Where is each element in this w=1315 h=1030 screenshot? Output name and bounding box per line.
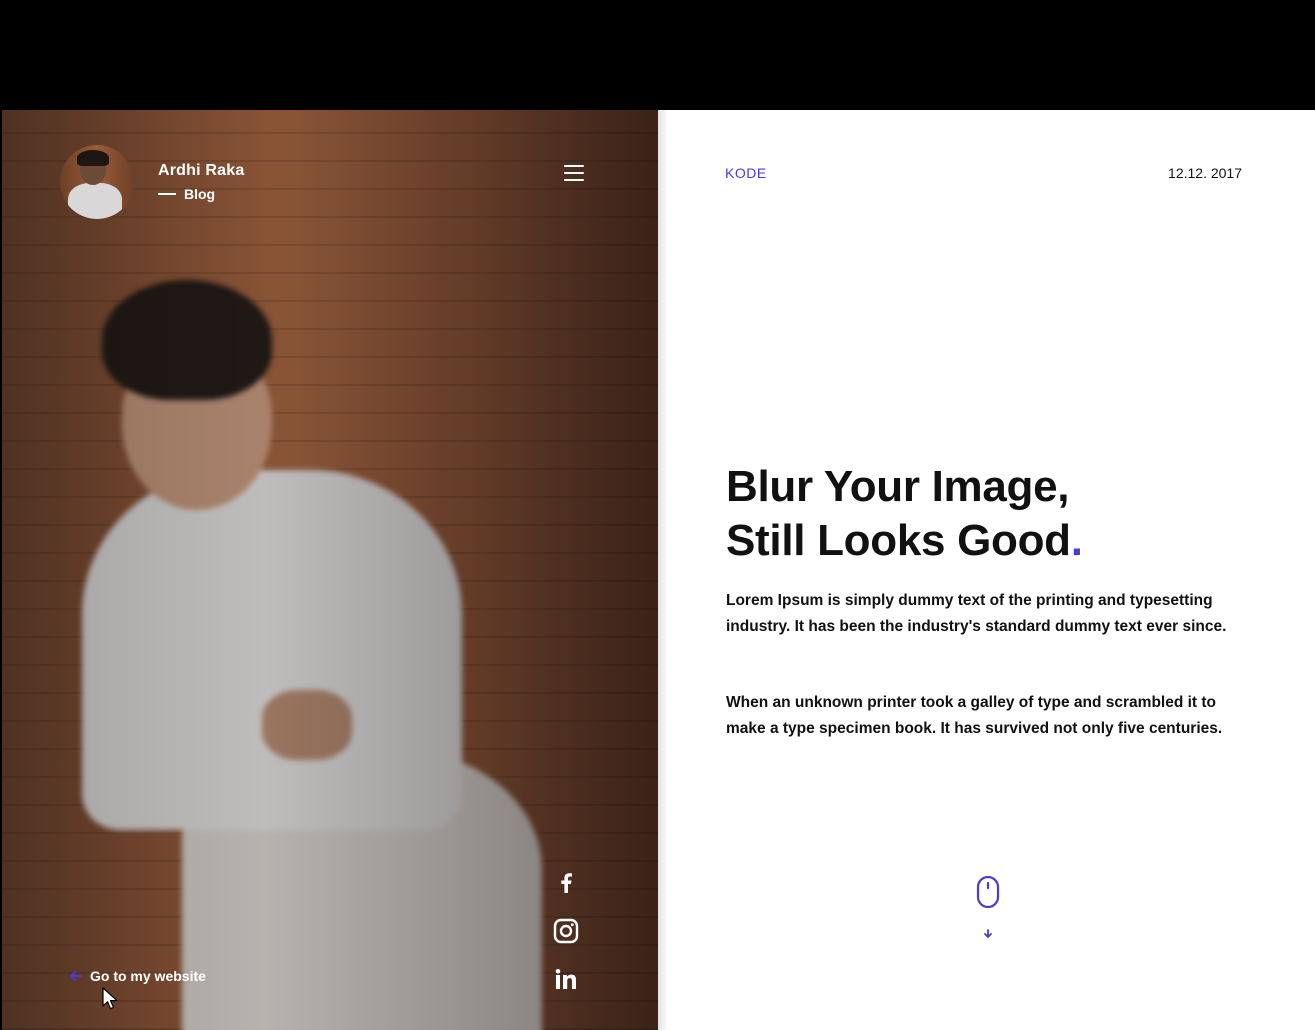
profile-subtitle-label: Blog xyxy=(184,186,216,202)
headline-line-2: Still Looks Good xyxy=(726,516,1071,565)
article-paragraph-1: Lorem Ipsum is simply dummy text of the … xyxy=(726,592,1227,635)
article-headline: Blur Your Image, Still Looks Good. xyxy=(726,460,1083,568)
social-links xyxy=(550,867,582,1011)
arrow-down-icon xyxy=(984,929,992,938)
go-to-website-link[interactable]: Go to my website xyxy=(70,968,206,984)
profile-name: Ardhi Raka xyxy=(158,162,245,179)
profile-block[interactable]: Ardhi Raka Blog xyxy=(60,145,244,219)
linkedin-icon[interactable] xyxy=(550,963,582,995)
hero-photo-panel: Ardhi Raka Blog Go to my website xyxy=(2,110,658,1030)
go-to-website-label: Go to my website xyxy=(90,968,206,984)
instagram-icon[interactable] xyxy=(550,915,582,947)
arrow-left-icon xyxy=(70,968,82,984)
profile-text: Ardhi Raka Blog xyxy=(158,162,244,202)
brand-link[interactable]: KODE xyxy=(725,165,767,181)
dash-icon xyxy=(158,193,176,195)
background-photo-person xyxy=(62,270,582,1030)
post-date: 12.12. 2017 xyxy=(1168,165,1242,181)
facebook-icon[interactable] xyxy=(550,867,582,899)
top-black-bar xyxy=(0,0,1315,110)
article-panel: KODE 12.12. 2017 Blur Your Image, Still … xyxy=(658,110,1315,1030)
article-paragraph-2: When an unknown printer took a galley of… xyxy=(726,694,1223,737)
hamburger-menu-icon[interactable] xyxy=(564,165,584,181)
profile-subtitle: Blog xyxy=(158,186,244,202)
avatar[interactable] xyxy=(60,145,134,219)
headline-line-1: Blur Your Image, xyxy=(726,462,1070,511)
mouse-pointer-icon xyxy=(102,987,118,1016)
mouse-scroll-icon[interactable] xyxy=(974,875,1002,944)
headline-accent-dot: . xyxy=(1070,516,1083,565)
